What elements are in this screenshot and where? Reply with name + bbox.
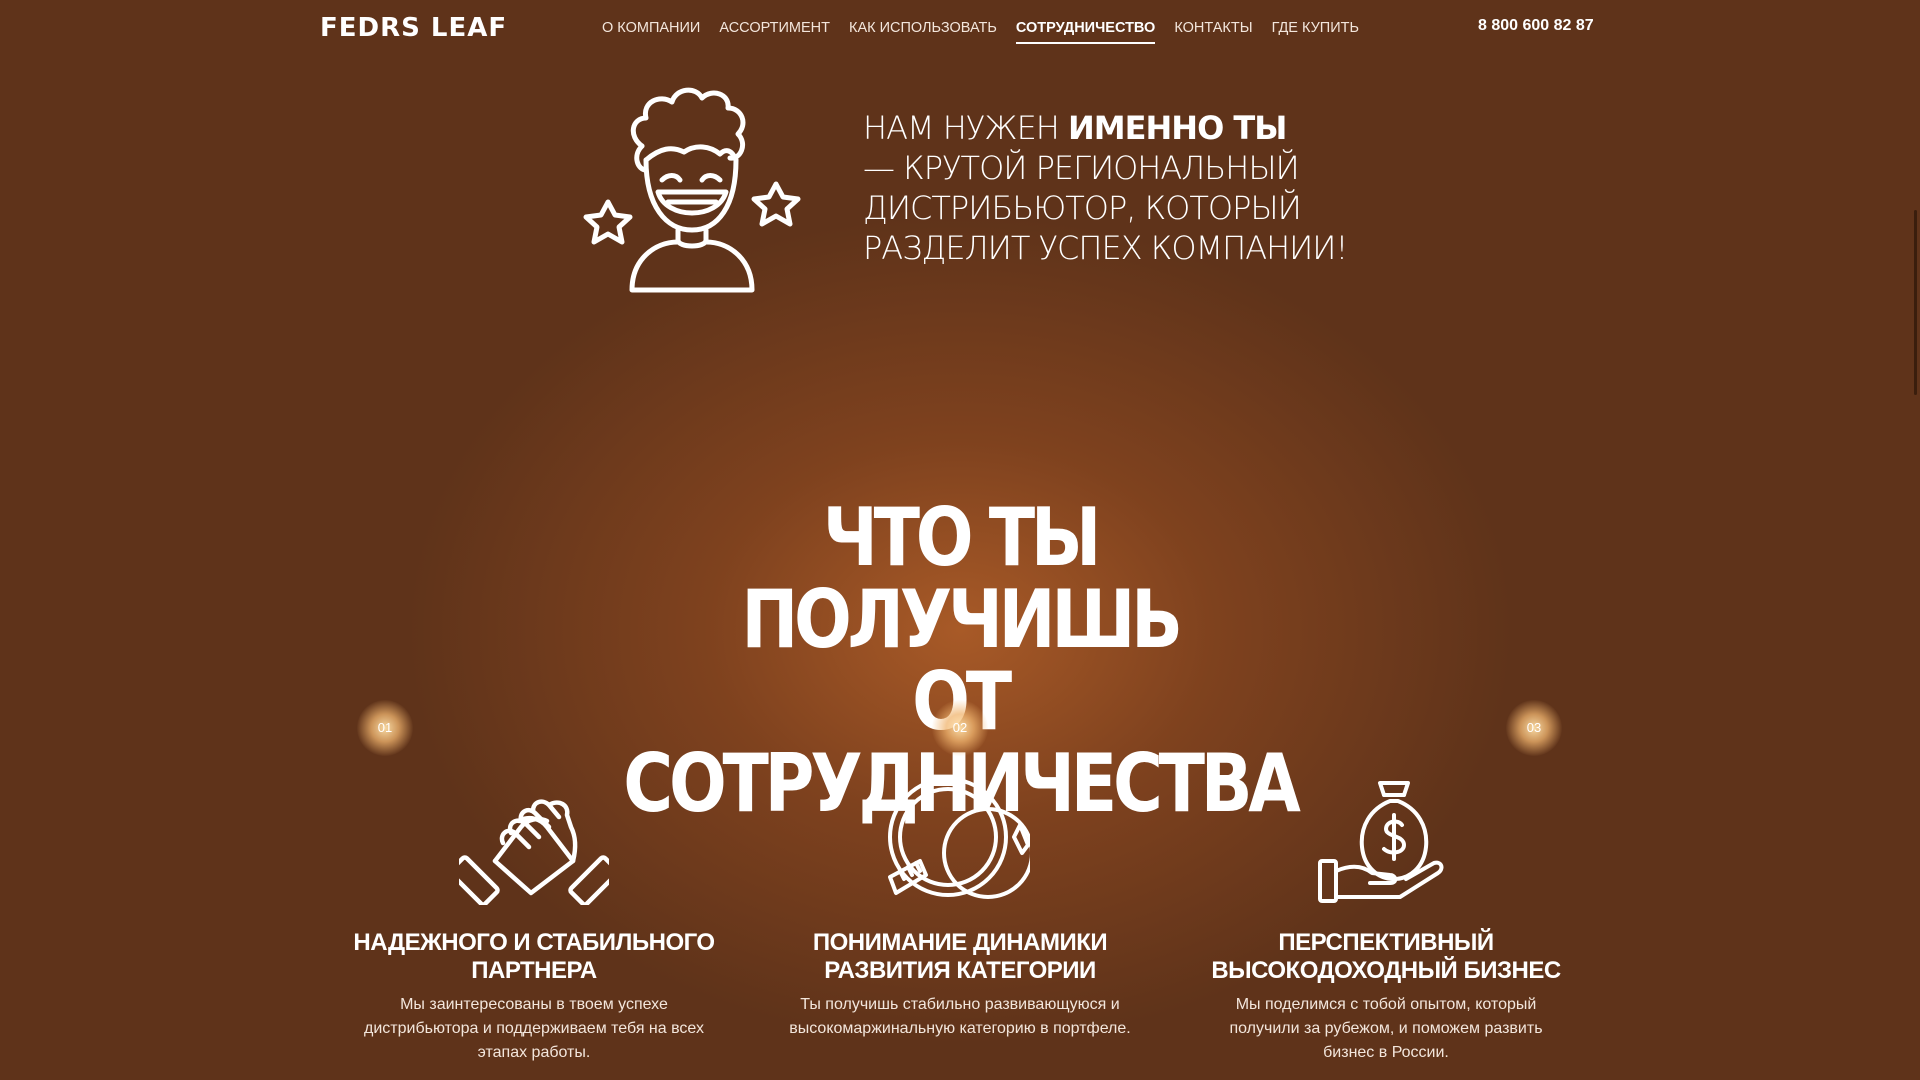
- nav-item-about[interactable]: О КОМПАНИИ: [602, 18, 700, 44]
- scrollbar-thumb[interactable]: [1914, 210, 1917, 395]
- hero-text: НАМ НУЖЕН ИМЕННО ТЫ — КРУТОЙ РЕГИОНАЛЬНЫ…: [863, 108, 1383, 268]
- section-title-line1: ЧТО ТЫ ПОЛУЧИШЬ: [741, 491, 1183, 666]
- benefit-number-badge: 02: [932, 700, 988, 756]
- benefit-title: ПОНИМАНИЕ ДИНАМИКИ РАЗВИТИЯ КАТЕГОРИИ: [812, 929, 1108, 984]
- growth-chart-icon: [888, 777, 1030, 899]
- nav-item-cooperation[interactable]: СОТРУДНИЧЕСТВО: [1015, 18, 1156, 44]
- money-bag-hand-icon: [1318, 781, 1444, 903]
- happy-person-with-stars-icon: [583, 87, 801, 293]
- benefit-description: Мы заинтересованы в твоем успехе дистриб…: [364, 996, 704, 1061]
- phone-link[interactable]: 8 800 600 82 87: [1478, 17, 1594, 35]
- nav-item-where-to-buy[interactable]: ГДЕ КУПИТЬ: [1272, 18, 1359, 44]
- hero-text-bold: ИМЕННО ТЫ: [1068, 109, 1287, 147]
- benefit-description: Мы поделимся с тобой опытом, который пол…: [1229, 996, 1543, 1061]
- benefit-description: Ты получишь стабильно развивающуюся и вы…: [789, 996, 1131, 1037]
- benefit-number-badge: 03: [1506, 700, 1562, 756]
- nav-item-contacts[interactable]: КОНТАКТЫ: [1174, 18, 1252, 44]
- benefit-title: НАДЕЖНОГО И СТАБИЛЬНОГО ПАРТНЕРА: [353, 929, 715, 984]
- hero-text-light: НАМ НУЖЕН: [863, 109, 1069, 147]
- main-nav: О КОМПАНИИ АССОРТИМЕНТ КАК ИСПОЛЬЗОВАТЬ …: [602, 18, 1359, 44]
- benefit-title: ПЕРСПЕКТИВНЫЙ ВЫСОКОДОХОДНЫЙ БИЗНЕС: [1211, 929, 1561, 984]
- benefit-number-badge: 01: [357, 700, 413, 756]
- hero-text-rest: — КРУТОЙ РЕГИОНАЛЬНЫЙ ДИСТРИБЬЮТОР, КОТО…: [863, 149, 1348, 267]
- nav-item-how-to-use[interactable]: КАК ИСПОЛЬЗОВАТЬ: [849, 18, 997, 44]
- handshake-icon: [459, 799, 609, 905]
- nav-item-assortment[interactable]: АССОРТИМЕНТ: [719, 18, 830, 44]
- logo[interactable]: FEDRS LEAF: [320, 14, 507, 42]
